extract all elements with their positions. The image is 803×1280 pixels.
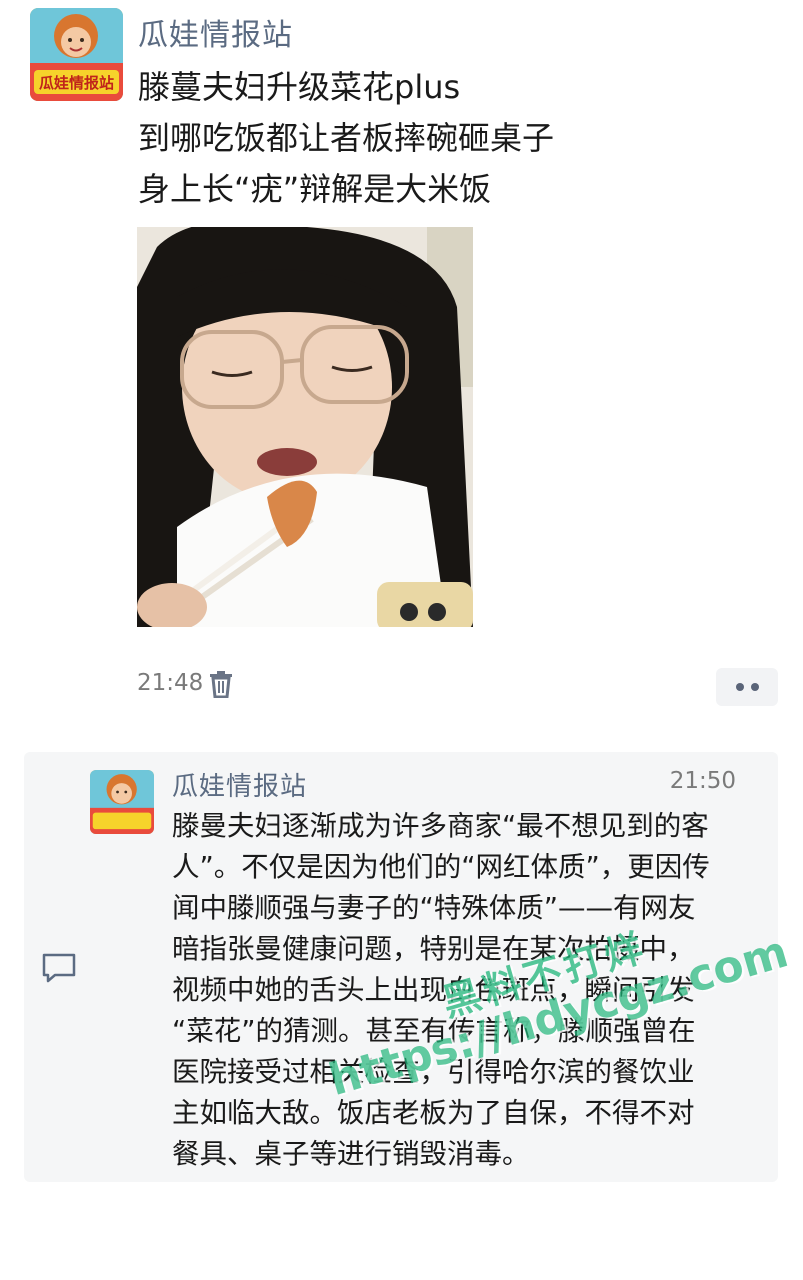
comment-line: 人”。不仅是因为他们的“网红体质”，更因传 [172,851,710,883]
post-time: 21:48 [137,670,204,696]
comment-author-avatar[interactable] [90,770,154,834]
post-line: 到哪吃饭都让者板摔碗砸桌子 [138,119,555,157]
comment-icon[interactable] [41,952,77,984]
comment-line: 暗指张曼健康问题，特别是在某次拍摄中， [172,933,695,965]
comment-line: 医院接受过相关检查，引得哈尔滨的餐饮业 [172,1056,695,1088]
post-line: 身上长“疣”辩解是大米饭 [138,170,492,208]
avatar-image [90,770,154,834]
comment-card: 瓜娃情报站 21:50 滕曼夫妇逐渐成为许多商家“最不想见到的客 人”。不仅是因… [24,752,778,1182]
comment-author-name[interactable]: 瓜娃情报站 [172,766,307,803]
comment-line: 视频中她的舌头上出现白色斑点，瞬间引发 [172,974,695,1006]
post-author-name[interactable]: 瓜娃情报站 [138,10,293,54]
post-text: 滕蔓夫妇升级菜花plus 到哪吃饭都让者板摔碗砸桌子 身上长“疣”辩解是大米饭 [138,62,554,215]
dot [750,683,759,691]
dot [735,683,744,691]
comment-text: 滕曼夫妇逐渐成为许多商家“最不想见到的客 人”。不仅是因为他们的“网红体质”，更… [172,806,772,1175]
more-dots-icon[interactable] [716,668,778,706]
comment-line: 滕曼夫妇逐渐成为许多商家“最不想见到的客 [172,810,709,842]
photo-image [137,227,473,627]
author-avatar[interactable]: 瓜娃情报站 [30,8,123,101]
comment-line: 餐具、桌子等进行销毁消毒。 [172,1138,530,1170]
post-photo[interactable] [137,227,473,627]
post-line: 滕蔓夫妇升级菜花plus [138,68,461,106]
comment-time: 21:50 [669,768,736,794]
trash-icon[interactable] [208,670,234,699]
comment-line: 闻中滕顺强与妻子的“特殊体质”——有网友 [172,892,696,924]
comment-line: “菜花”的猜测。甚至有传言称，滕顺强曾在 [172,1015,696,1047]
comment-line: 主如临大敌。饭店老板为了自保，不得不对 [172,1097,695,1129]
avatar-badge-text: 瓜娃情报站 [38,74,114,92]
